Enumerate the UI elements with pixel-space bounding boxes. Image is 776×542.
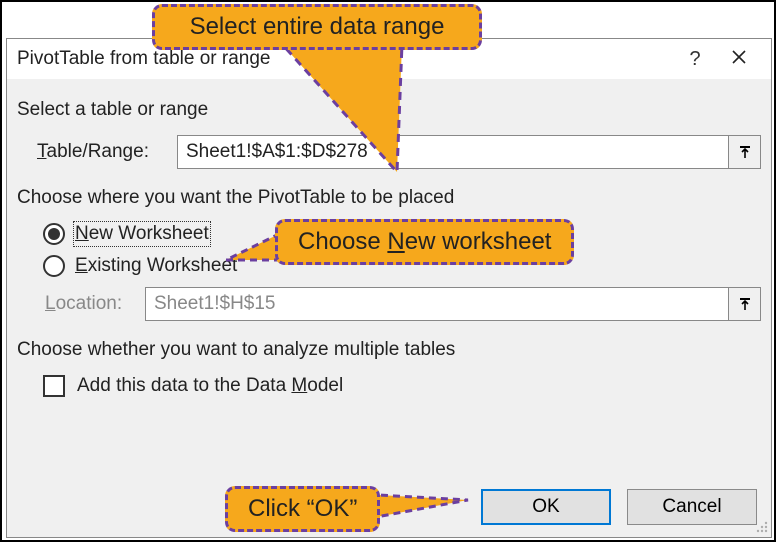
close-icon [731,49,747,65]
checkbox-icon [43,375,65,397]
radio-existing-label: Existing Worksheet [75,255,237,277]
help-button[interactable]: ? [673,48,717,71]
annotation-text: ew worksheet [405,228,552,255]
annotation-text: Choose [298,228,387,255]
annotation-click-ok: Click “OK” [225,486,380,532]
collapse-dialog-button-2[interactable] [729,287,761,321]
cancel-button[interactable]: Cancel [627,489,757,525]
annotation-select-range: Select entire data range [152,4,482,50]
section-select-label: Select a table or range [17,99,761,121]
resize-grip-icon[interactable] [753,519,769,535]
table-range-label: Table/Range: [37,141,177,163]
pivottable-dialog: PivotTable from table or range ? Select … [6,38,772,538]
location-row: Location: [45,287,761,321]
radio-icon [43,255,65,277]
annotation-text: Click “OK” [248,495,357,522]
radio-new-label: New Worksheet [75,223,209,245]
section-place-label: Choose where you want the PivotTable to … [17,187,761,209]
radio-icon [43,223,65,245]
checkbox-data-model[interactable]: Add this data to the Data Model [43,375,761,397]
section-multi-label: Choose whether you want to analyze multi… [17,339,761,361]
ok-button[interactable]: OK [481,489,611,525]
dialog-title: PivotTable from table or range [17,48,673,70]
annotation-choose-new: Choose New worksheet [275,219,574,265]
annotation-text-u: N [387,228,404,255]
annotation-text: Select entire data range [190,13,445,40]
table-range-input-wrap [177,135,761,169]
range-select-icon [738,297,752,311]
collapse-dialog-button[interactable] [729,135,761,169]
table-range-input[interactable] [177,135,729,169]
location-input-wrap [145,287,761,321]
close-button[interactable] [717,39,761,79]
range-select-icon [738,145,752,159]
location-label: Location: [45,293,145,315]
dialog-buttons: OK Cancel [481,489,757,525]
table-range-row: Table/Range: [37,135,761,169]
checkbox-label: Add this data to the Data Model [77,375,343,397]
location-input [145,287,729,321]
